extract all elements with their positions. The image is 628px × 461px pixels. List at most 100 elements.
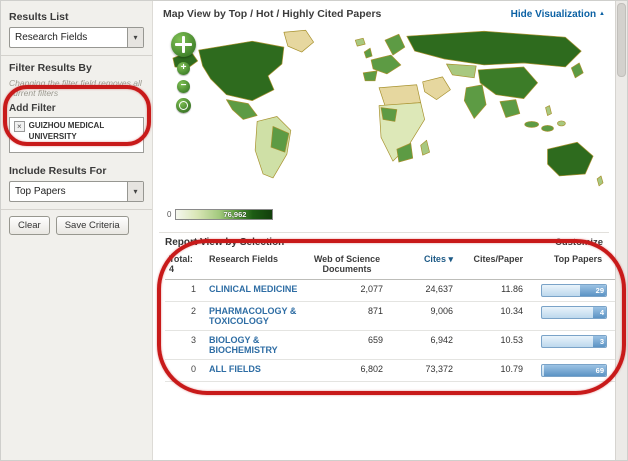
- customize-link[interactable]: Customize: [555, 237, 603, 248]
- sidebar-divider: [1, 209, 152, 210]
- cites-per-paper-value: 11.86: [457, 280, 527, 302]
- field-cell: BIOLOGY & BIOCHEMISTRY: [205, 331, 307, 360]
- include-results-value: Top Papers: [15, 186, 66, 197]
- results-list-label: Results List: [9, 11, 144, 23]
- world-map-svg: [161, 24, 607, 208]
- table-row: 1 CLINICAL MEDICINE 2,07724,63711.86 29: [165, 280, 628, 302]
- cites-value: 73,372: [387, 360, 457, 382]
- row-number: 0: [165, 360, 205, 382]
- top-papers-value: 4: [593, 307, 606, 318]
- field-link[interactable]: ALL FIELDS: [209, 364, 261, 374]
- column-docs: Web of Science Documents: [307, 252, 387, 280]
- top-papers-value: 29: [580, 285, 606, 296]
- table-header-row: Total: 4 Research Fields Web of Science …: [165, 252, 628, 280]
- legend-max: 76,962: [224, 210, 247, 219]
- field-cell: ALL FIELDS: [205, 360, 307, 382]
- filter-note: Changing the filter field removes all cu…: [9, 78, 144, 98]
- top-papers-cell: 4: [527, 302, 628, 331]
- docs-value: 2,077: [307, 280, 387, 302]
- field-cell: CLINICAL MEDICINE: [205, 280, 307, 302]
- remove-filter-icon[interactable]: ×: [14, 121, 25, 132]
- esi-screen: Results List Research Fields ▾ Filter Re…: [0, 0, 628, 461]
- column-research-fields: Research Fields: [205, 252, 307, 280]
- scrollbar-thumb[interactable]: [617, 3, 626, 77]
- cites-per-paper-value: 10.79: [457, 360, 527, 382]
- column-cites-per-paper: Cites/Paper: [457, 252, 527, 280]
- results-list-select[interactable]: Research Fields ▾: [9, 27, 144, 48]
- map-controls: + −: [171, 32, 196, 113]
- field-link[interactable]: CLINICAL MEDICINE: [209, 284, 297, 294]
- main-panel: Map View by Top / Hot / Highly Cited Pap…: [153, 1, 615, 460]
- field-cell: PHARMACOLOGY & TOXICOLOGY: [205, 302, 307, 331]
- add-filter-label: Add Filter: [9, 103, 144, 114]
- table-row: 3BIOLOGY & BIOCHEMISTRY6596,94210.533: [165, 331, 628, 360]
- map-title-main: Top / Hot / Highly Cited Papers: [229, 8, 382, 20]
- filter-results-by-label: Filter Results By: [9, 62, 144, 74]
- filter-chip: × GUIZHOU MEDICAL UNIVERSITY: [14, 121, 139, 143]
- world-map[interactable]: + − 0 76,962: [161, 24, 607, 224]
- top-papers-bar: 69: [541, 364, 607, 377]
- globe-reset-icon[interactable]: [176, 98, 191, 113]
- table-row: 2PHARMACOLOGY & TOXICOLOGY 8719,00610.34 4: [165, 302, 628, 331]
- field-link[interactable]: BIOLOGY & BIOCHEMISTRY: [209, 335, 278, 355]
- top-papers-cell: 69: [527, 360, 628, 382]
- report-table: Total: 4 Research Fields Web of Science …: [165, 252, 628, 382]
- legend-min: 0: [167, 210, 171, 219]
- cites-per-paper-value: 10.53: [457, 331, 527, 360]
- filter-chip-label: GUIZHOU MEDICAL UNIVERSITY: [29, 121, 139, 143]
- report-table-body: 1 CLINICAL MEDICINE 2,07724,63711.86 29 2PHA…: [165, 280, 628, 382]
- cites-value: 6,942: [387, 331, 457, 360]
- legend-gradient: 76,962: [175, 209, 273, 220]
- top-papers-value: 69: [544, 365, 606, 376]
- hide-visualization-link[interactable]: Hide Visualization ▲: [511, 9, 605, 20]
- total-value: 4: [169, 264, 201, 274]
- total-label: Total:: [169, 254, 201, 264]
- top-papers-cell: 29: [527, 280, 628, 302]
- map-title: Map View by Top / Hot / Highly Cited Pap…: [163, 8, 381, 20]
- report-title: Report View by Selection: [165, 237, 284, 248]
- row-number: 1: [165, 280, 205, 302]
- total-header: Total: 4: [165, 252, 205, 280]
- field-link[interactable]: PHARMACOLOGY & TOXICOLOGY: [209, 306, 296, 326]
- cites-value: 9,006: [387, 302, 457, 331]
- table-row: 0 ALL FIELDS 6,80273,37210.79 69: [165, 360, 628, 382]
- zoom-out-icon[interactable]: −: [177, 80, 190, 93]
- zoom-in-icon[interactable]: +: [177, 62, 190, 75]
- top-papers-bar: 4: [541, 306, 607, 319]
- cites-per-paper-value: 10.34: [457, 302, 527, 331]
- map-header: Map View by Top / Hot / Highly Cited Pap…: [159, 1, 609, 24]
- top-papers-bar: 3: [541, 335, 607, 348]
- sort-down-icon: ▾: [448, 254, 453, 264]
- save-criteria-button[interactable]: Save Criteria: [56, 216, 129, 235]
- include-results-select[interactable]: Top Papers ▾: [9, 181, 144, 202]
- docs-value: 659: [307, 331, 387, 360]
- map-title-prefix: Map View by: [163, 8, 226, 20]
- report-section: Report View by Selection Customize Total…: [159, 232, 609, 382]
- cites-sort-link[interactable]: Cites ▾: [424, 254, 453, 264]
- sidebar: Results List Research Fields ▾ Filter Re…: [1, 1, 153, 460]
- filter-box[interactable]: × GUIZHOU MEDICAL UNIVERSITY: [9, 117, 144, 153]
- collapse-icon: ▲: [599, 11, 605, 17]
- chevron-down-icon[interactable]: ▾: [127, 28, 143, 47]
- column-top-papers: Top Papers: [527, 252, 628, 280]
- clear-button[interactable]: Clear: [9, 216, 50, 235]
- top-papers-cell: 3: [527, 331, 628, 360]
- row-number: 2: [165, 302, 205, 331]
- hide-visualization-label: Hide Visualization: [511, 9, 596, 20]
- docs-value: 871: [307, 302, 387, 331]
- pan-control-icon[interactable]: [171, 32, 196, 57]
- sidebar-buttons: Clear Save Criteria: [9, 216, 144, 235]
- docs-value: 6,802: [307, 360, 387, 382]
- report-header: Report View by Selection Customize: [159, 236, 609, 252]
- column-cites: Cites ▾: [387, 252, 457, 280]
- results-list-value: Research Fields: [15, 32, 87, 43]
- include-results-label: Include Results For: [9, 165, 144, 177]
- cites-value: 24,637: [387, 280, 457, 302]
- chevron-down-icon[interactable]: ▾: [127, 182, 143, 201]
- vertical-scrollbar[interactable]: [615, 1, 627, 460]
- sidebar-divider: [1, 55, 152, 56]
- map-legend: 0 76,962: [167, 209, 273, 220]
- top-papers-bar: 29: [541, 284, 607, 297]
- top-papers-value: 3: [593, 336, 606, 347]
- row-number: 3: [165, 331, 205, 360]
